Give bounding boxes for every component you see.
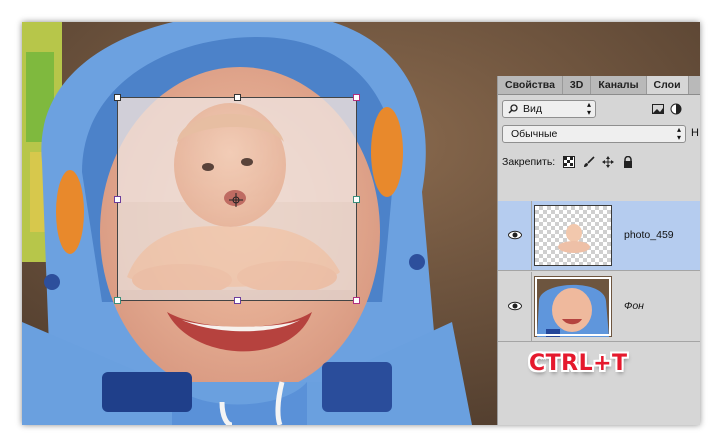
layer-row-background[interactable]: Фон xyxy=(498,272,700,342)
layer-thumbnail xyxy=(534,205,612,266)
free-transform-box[interactable] xyxy=(114,94,360,304)
panel-tabs: Свойства 3D Каналы Слои xyxy=(498,76,700,95)
transform-handle-bottom-right[interactable] xyxy=(353,297,360,304)
layer-name: photo_459 xyxy=(624,229,674,241)
move-icon[interactable] xyxy=(602,156,614,168)
tab-3d[interactable]: 3D xyxy=(563,76,592,94)
transform-handle-top[interactable] xyxy=(234,94,241,101)
blend-mode-select[interactable]: Обычные ▴ ▾ xyxy=(502,125,686,143)
transform-handle-top-left[interactable] xyxy=(114,94,121,101)
updown-arrows-icon: ▴ ▾ xyxy=(676,125,681,142)
baby-thumbnail-image xyxy=(558,224,590,253)
transform-handle-top-right[interactable] xyxy=(353,94,360,101)
brush-icon[interactable] xyxy=(583,156,595,168)
visibility-toggle[interactable] xyxy=(498,201,532,271)
circle-half-icon[interactable] xyxy=(670,103,682,115)
eye-icon xyxy=(508,230,522,240)
shortcut-caption: CTRL+T xyxy=(529,351,628,376)
opacity-label-cut: Н xyxy=(691,127,699,139)
layer-name: Фон xyxy=(624,300,644,312)
transform-handle-bottom-left[interactable] xyxy=(114,297,121,304)
blend-mode-value: Обычные xyxy=(511,128,558,140)
image-filter-icon[interactable] xyxy=(652,103,664,115)
layer-thumbnail xyxy=(534,276,612,337)
layer-row-photo[interactable]: photo_459 xyxy=(498,201,700,271)
transform-handle-right[interactable] xyxy=(353,196,360,203)
lock-icon[interactable] xyxy=(622,156,634,168)
updown-arrows-icon: ▴ ▾ xyxy=(586,100,591,117)
search-icon xyxy=(508,104,518,114)
lock-pixels-icon[interactable] xyxy=(563,156,575,168)
transform-handle-left[interactable] xyxy=(114,196,121,203)
tab-channels[interactable]: Каналы xyxy=(591,76,647,94)
layer-filter-value: Вид xyxy=(523,103,542,115)
visibility-toggle[interactable] xyxy=(498,272,532,342)
background-thumbnail-image xyxy=(534,276,612,337)
eye-icon xyxy=(508,301,522,311)
tab-properties[interactable]: Свойства xyxy=(498,76,563,94)
lock-label: Закрепить: xyxy=(502,156,556,168)
transform-handle-bottom[interactable] xyxy=(234,297,241,304)
tab-layers[interactable]: Слои xyxy=(646,76,689,94)
layer-filter-select[interactable]: Вид ▴ ▾ xyxy=(502,100,596,118)
